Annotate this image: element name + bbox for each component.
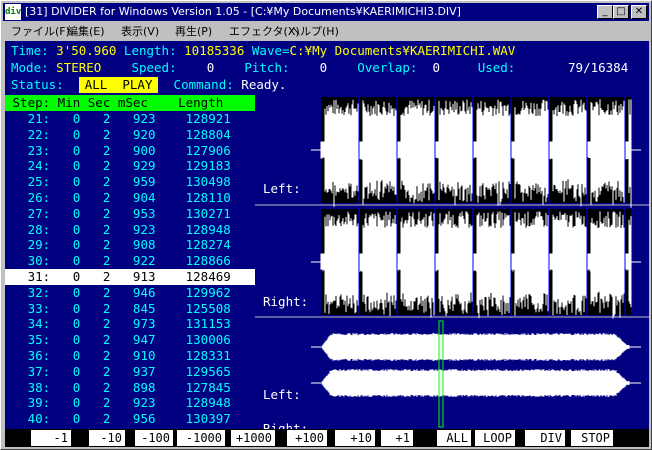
step-row[interactable]: 40: 0 2 956 130397 — [5, 411, 255, 427]
time-value: 3'50.960 — [56, 43, 117, 58]
client-area: Time: 3'50.960 Length: 10185336 Wave=C:¥… — [5, 41, 649, 447]
top-right-channel-label: Right: — [263, 294, 309, 309]
speed-label: Speed: — [131, 60, 177, 75]
menu-bar: ファイル(F) 編集(E) 表示(V) 再生(P) エフェクタ(X) ヘルプ(H… — [3, 22, 649, 41]
control-button[interactable]: +1000 — [231, 430, 275, 446]
step-list[interactable]: 21: 0 2 923 128921 22: 0 2 920 128804 23… — [5, 111, 255, 429]
step-row[interactable]: 27: 0 2 953 130271 — [5, 206, 255, 222]
wave-file-value: C:¥My Documents¥KAERIMICHI.WAV — [289, 43, 516, 58]
button-bar: -1 -10 -100 -1000 +1000 +100 +10 +1 ALL LOOP DIV ST… — [5, 429, 649, 447]
command-label: Command: — [173, 77, 234, 92]
menu-file[interactable]: ファイル(F) — [11, 22, 70, 41]
info-row-3: Status: ALL PLAY Command: Ready. — [11, 77, 286, 93]
main-window: div [31] DIVIDER for Windows Version 1.0… — [0, 0, 652, 450]
control-button[interactable]: DIV — [525, 430, 565, 446]
mode-value: STEREO — [56, 60, 102, 75]
control-button[interactable]: +1 — [381, 430, 413, 446]
pitch-value: 0 — [319, 60, 328, 75]
used-label: Used: — [477, 60, 516, 75]
step-row[interactable]: 30: 0 2 922 128866 — [5, 253, 255, 269]
menu-edit[interactable]: 編集(E) — [67, 22, 105, 41]
overview-signal — [321, 333, 630, 361]
control-button[interactable]: LOOP — [475, 430, 515, 446]
menu-help[interactable]: ヘルプ(H) — [289, 22, 339, 41]
used-value: 79/16384 — [568, 60, 629, 75]
mode-label: Mode: — [11, 60, 49, 75]
minimize-button[interactable]: _ — [597, 5, 613, 19]
control-button[interactable]: +10 — [335, 430, 375, 446]
waveform-graph[interactable] — [255, 95, 649, 429]
step-row[interactable]: 39: 0 2 923 128948 — [5, 395, 255, 411]
control-button[interactable]: -1 — [31, 430, 71, 446]
length-value: 10185336 — [184, 43, 245, 58]
overlap-value: 0 — [432, 60, 441, 75]
command-value: Ready. — [241, 77, 287, 92]
step-row[interactable]: 31: 0 2 913 128469 — [5, 269, 255, 285]
step-row[interactable]: 32: 0 2 946 129962 — [5, 285, 255, 301]
step-row[interactable]: 26: 0 2 904 128110 — [5, 190, 255, 206]
step-list-header: Step: Min Sec mSec Length — [5, 95, 255, 111]
overview-left-channel-label: Left: — [263, 387, 301, 402]
status-label: Status: — [11, 77, 64, 92]
window-title: [31] DIVIDER for Windows Version 1.05 - … — [25, 5, 461, 18]
status-badge: ALL PLAY — [78, 77, 159, 93]
info-row-2: Mode: STEREO Speed: 0 Pitch: 0 Overlap: … — [11, 60, 628, 76]
length-label: Length: — [123, 43, 177, 58]
overlap-label: Overlap: — [357, 60, 418, 75]
pitch-label: Pitch: — [244, 60, 290, 75]
waveform-panel[interactable]: Left: Right: Left: Right: — [255, 95, 649, 436]
control-button[interactable]: -100 — [135, 430, 173, 446]
step-row[interactable]: 36: 0 2 910 128331 — [5, 348, 255, 364]
top-left-channel-label: Left: — [263, 181, 301, 196]
step-row[interactable]: 24: 0 2 929 129183 — [5, 158, 255, 174]
step-row[interactable]: 22: 0 2 920 128804 — [5, 127, 255, 143]
close-button[interactable]: ✕ — [631, 5, 647, 19]
step-row[interactable]: 28: 0 2 923 128948 — [5, 222, 255, 238]
title-bar[interactable]: div [31] DIVIDER for Windows Version 1.0… — [3, 3, 649, 21]
step-row[interactable]: 23: 0 2 900 127906 — [5, 143, 255, 159]
menu-play[interactable]: 再生(P) — [175, 22, 212, 41]
step-row[interactable]: 25: 0 2 959 130498 — [5, 174, 255, 190]
control-button[interactable]: ALL — [437, 430, 471, 446]
control-button[interactable]: -1000 — [177, 430, 225, 446]
menu-view[interactable]: 表示(V) — [121, 22, 159, 41]
step-row[interactable]: 21: 0 2 923 128921 — [5, 111, 255, 127]
step-row[interactable]: 35: 0 2 947 130006 — [5, 332, 255, 348]
step-row[interactable]: 38: 0 2 898 127845 — [5, 380, 255, 396]
control-button[interactable]: STOP — [571, 430, 613, 446]
speed-value: 0 — [206, 60, 215, 75]
step-row[interactable]: 34: 0 2 973 131153 — [5, 316, 255, 332]
info-panel: Time: 3'50.960 Length: 10185336 Wave=C:¥… — [5, 41, 649, 95]
app-icon[interactable]: div — [5, 4, 21, 20]
time-label: Time: — [11, 43, 49, 58]
overview-signal — [321, 369, 630, 397]
step-row[interactable]: 37: 0 2 937 129565 — [5, 364, 255, 380]
control-button[interactable]: +100 — [287, 430, 327, 446]
step-row[interactable]: 29: 0 2 908 128274 — [5, 237, 255, 253]
step-row[interactable]: 33: 0 2 845 125508 — [5, 301, 255, 317]
info-row-1: Time: 3'50.960 Length: 10185336 Wave=C:¥… — [11, 43, 515, 59]
maximize-button[interactable]: □ — [613, 5, 629, 19]
wave-label: Wave= — [251, 43, 290, 58]
control-button[interactable]: -10 — [89, 430, 125, 446]
